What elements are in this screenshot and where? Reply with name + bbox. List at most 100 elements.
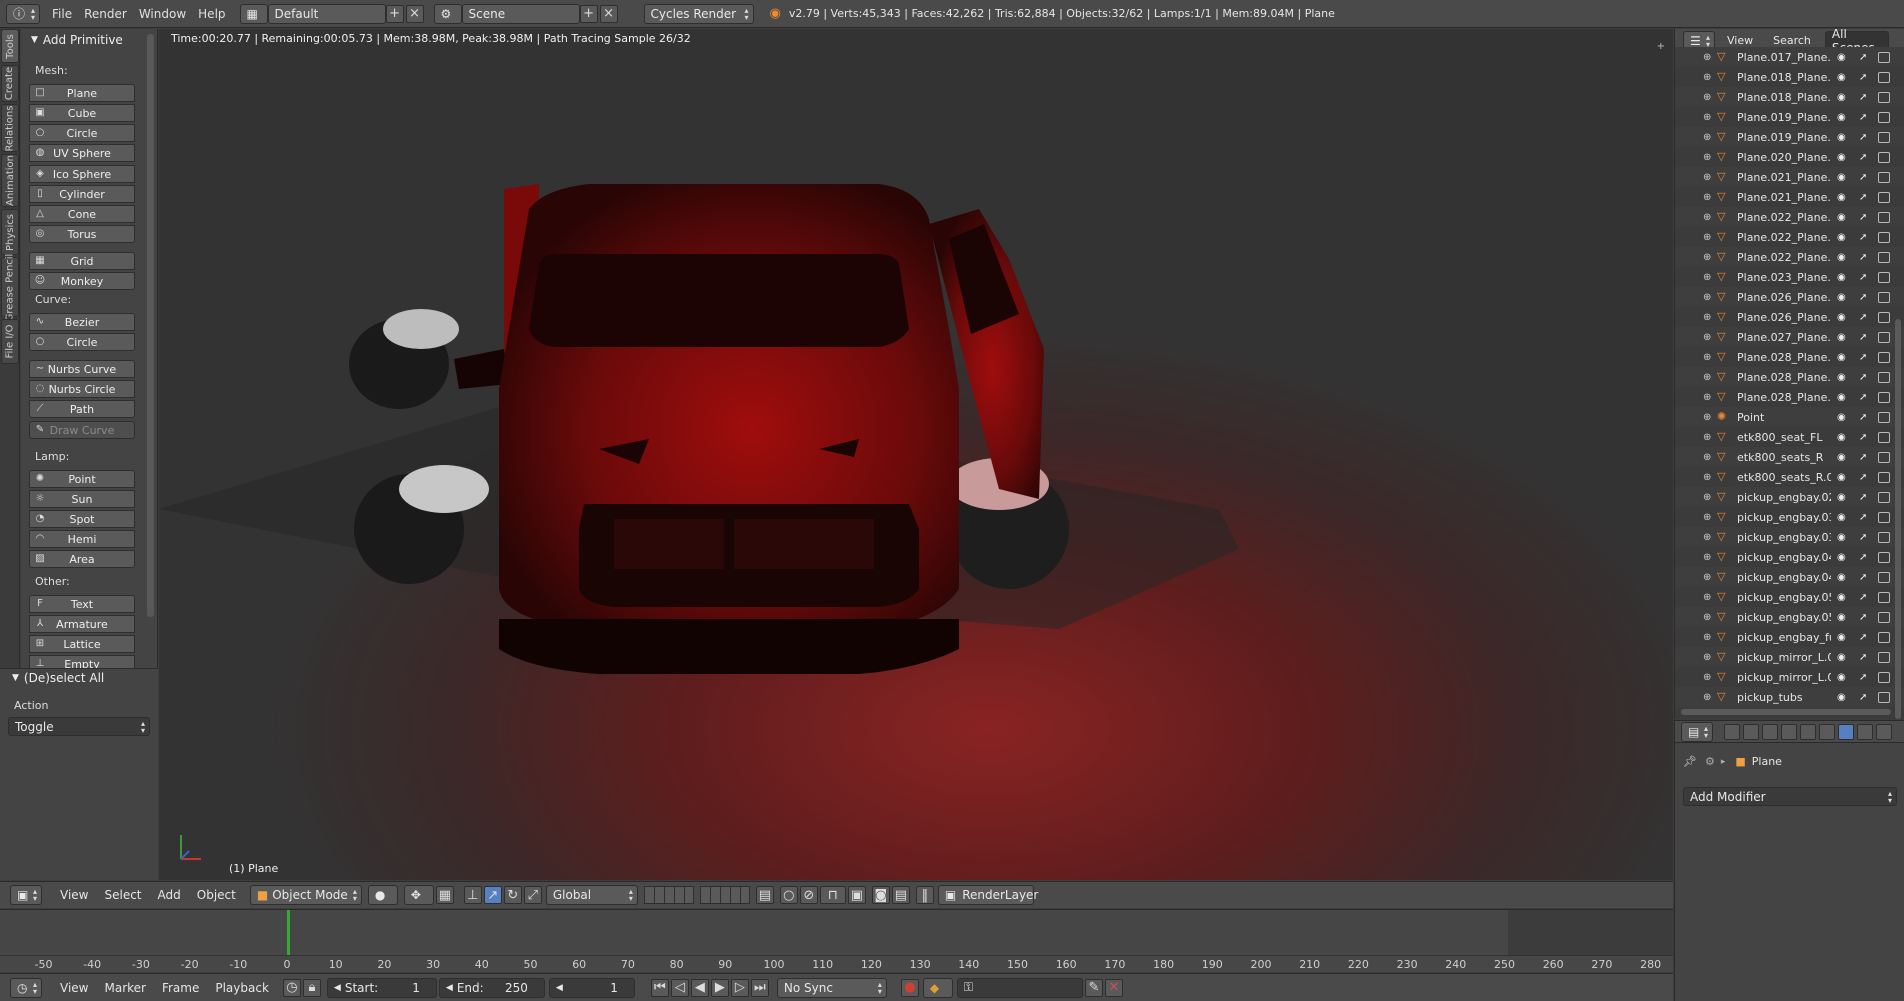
render-camera-icon[interactable] xyxy=(1878,271,1890,283)
outliner-item-name[interactable]: Plane.021_Plane.0 xyxy=(1737,191,1831,204)
select-cursor-icon[interactable]: ➚ xyxy=(1859,92,1867,103)
other-text-button[interactable]: F Text xyxy=(29,595,135,613)
select-cursor-icon[interactable]: ➚ xyxy=(1859,152,1867,163)
outliner-item-name[interactable]: Plane.028_Plane.0 xyxy=(1737,371,1831,384)
select-cursor-icon[interactable]: ➚ xyxy=(1859,692,1867,703)
visibility-eye-icon[interactable]: ◉ xyxy=(1837,132,1846,143)
expand-icon[interactable]: ⊕ xyxy=(1703,412,1711,423)
visibility-eye-icon[interactable]: ◉ xyxy=(1837,232,1846,243)
expand-icon[interactable]: ⊕ xyxy=(1703,292,1711,303)
prev-keyframe-button[interactable]: ◁ xyxy=(670,978,689,997)
outliner-item-name[interactable]: Plane.022_Plane.0 xyxy=(1737,211,1831,224)
preview-range-button[interactable]: ◷ xyxy=(282,978,301,997)
outliner-row[interactable]: ⊕ ▽ Plane.023_Plane.0 ◉ ➚ xyxy=(1675,267,1904,287)
expand-icon[interactable]: ⊕ xyxy=(1703,492,1711,503)
snap-toggle-button[interactable]: ○ xyxy=(779,886,798,904)
start-frame-field[interactable]: ◀ Start: 1 xyxy=(326,977,437,998)
visibility-eye-icon[interactable]: ◉ xyxy=(1837,472,1846,483)
lamp-sun-button[interactable]: ☼ Sun xyxy=(29,490,135,508)
expand-icon[interactable]: ⊕ xyxy=(1703,52,1711,63)
tab-tools[interactable]: Tools xyxy=(1,29,19,63)
render-camera-icon[interactable] xyxy=(1878,651,1890,663)
visibility-eye-icon[interactable]: ◉ xyxy=(1837,112,1846,123)
outliner-row[interactable]: ⊕ ▽ pickup_engbay.05 ◉ ➚ xyxy=(1675,587,1904,607)
render-camera-icon[interactable] xyxy=(1878,551,1890,563)
select-cursor-icon[interactable]: ➚ xyxy=(1859,72,1867,83)
menu-view[interactable]: View xyxy=(52,888,96,902)
render-camera-icon[interactable] xyxy=(1878,371,1890,383)
curve-circle-button[interactable]: ○ Circle xyxy=(29,333,135,351)
render-camera-icon[interactable] xyxy=(1878,311,1890,323)
visibility-eye-icon[interactable]: ◉ xyxy=(1837,292,1846,303)
outliner-row[interactable]: ⊕ ✺ Point ◉ ➚ xyxy=(1675,407,1904,427)
tab-material-icon[interactable] xyxy=(1876,723,1892,740)
outliner-item-name[interactable]: pickup_tubs xyxy=(1737,691,1831,704)
tab-render-icon[interactable] xyxy=(1724,723,1740,740)
frame-ruler[interactable]: -50 -40 -30 -20 -10 0 10 20 30 40 50 60 70 80 90 100 110… xyxy=(0,955,1673,971)
render-camera-icon[interactable] xyxy=(1878,51,1890,63)
render-camera-icon[interactable] xyxy=(1878,331,1890,343)
scale-manipulator-button[interactable]: ⤢ xyxy=(523,886,542,904)
visibility-eye-icon[interactable]: ◉ xyxy=(1837,572,1846,583)
opengl-render-button[interactable]: ◙ xyxy=(871,886,890,904)
tool-shelf-scrollbar[interactable] xyxy=(147,34,154,617)
auto-keying-button[interactable]: ● xyxy=(900,978,919,997)
visibility-eye-icon[interactable]: ◉ xyxy=(1837,252,1846,263)
expand-icon[interactable]: ⊕ xyxy=(1703,532,1711,543)
render-camera-icon[interactable] xyxy=(1878,691,1890,703)
select-cursor-icon[interactable]: ➚ xyxy=(1859,332,1867,343)
select-cursor-icon[interactable]: ➚ xyxy=(1859,592,1867,603)
outliner-row[interactable]: ⊕ ▽ Plane.028_Plane.0 ◉ ➚ xyxy=(1675,387,1904,407)
tab-world-icon[interactable] xyxy=(1781,723,1797,740)
menu-file[interactable]: File xyxy=(46,5,78,23)
outliner-row[interactable]: ⊕ ▽ Plane.017_Plane.0 ◉ ➚ xyxy=(1675,47,1904,67)
outliner-row[interactable]: ⊕ ▽ Plane.022_Plane.0 ◉ ➚ xyxy=(1675,227,1904,247)
tab-file-i-o[interactable]: File I/O xyxy=(1,319,19,364)
outliner-item-name[interactable]: pickup_engbay.02 xyxy=(1737,491,1831,504)
play-reverse-button[interactable]: ◀ xyxy=(690,978,709,997)
visibility-eye-icon[interactable]: ◉ xyxy=(1837,192,1846,203)
render-camera-icon[interactable] xyxy=(1878,231,1890,243)
lamp-hemi-button[interactable]: ◠ Hemi xyxy=(29,530,135,548)
play-button[interactable]: ▶ xyxy=(710,978,729,997)
screen-layout-icon-button[interactable]: ▦ xyxy=(239,3,268,24)
next-keyframe-button[interactable]: ▷ xyxy=(730,978,749,997)
scene-layers-row-1[interactable] xyxy=(643,886,694,904)
select-cursor-icon[interactable]: ➚ xyxy=(1859,352,1867,363)
remove-layout-button[interactable]: × xyxy=(405,4,424,23)
outliner-item-name[interactable]: Plane.019_Plane.0 xyxy=(1737,111,1831,124)
menu-window[interactable]: Window xyxy=(133,5,192,23)
curve-nurbs-curve-button[interactable]: ∼ Nurbs Curve xyxy=(29,360,135,378)
outliner-row[interactable]: ⊕ ▽ pickup_engbay.04 ◉ ➚ xyxy=(1675,567,1904,587)
outliner-row[interactable]: ⊕ ▽ Plane.020_Plane.0 ◉ ➚ xyxy=(1675,147,1904,167)
render-camera-icon[interactable] xyxy=(1878,171,1890,183)
outliner-item-name[interactable]: pickup_engbay_ful xyxy=(1737,631,1831,644)
action-select[interactable]: Toggle ▴ ▾ xyxy=(8,717,150,736)
menu-help[interactable]: Help xyxy=(192,5,231,23)
select-cursor-icon[interactable]: ➚ xyxy=(1859,112,1867,123)
visibility-eye-icon[interactable]: ◉ xyxy=(1837,512,1846,523)
outliner-item-name[interactable]: Plane.019_Plane.0 xyxy=(1737,131,1831,144)
lock-layers-button[interactable]: ▤ xyxy=(755,886,774,904)
outliner-item-name[interactable]: pickup_mirror_L.0 xyxy=(1737,671,1831,684)
outliner-item-name[interactable]: Plane.018_Plane.0 xyxy=(1737,71,1831,84)
expand-icon[interactable]: ⊕ xyxy=(1703,112,1711,123)
expand-icon[interactable]: ⊕ xyxy=(1703,312,1711,323)
lamp-area-button[interactable]: ▨ Area xyxy=(29,550,135,568)
outliner-item-name[interactable]: pickup_mirror_L.0 xyxy=(1737,651,1831,664)
editor-type-selector[interactable]: ⓘ ▴ ▾ xyxy=(6,3,40,24)
add-layout-button[interactable]: + xyxy=(385,4,404,23)
render-camera-icon[interactable] xyxy=(1878,151,1890,163)
outliner-row[interactable]: ⊕ ▽ Plane.028_Plane.0 ◉ ➚ xyxy=(1675,347,1904,367)
outliner-item-name[interactable]: Plane.017_Plane.0 xyxy=(1737,51,1831,64)
select-cursor-icon[interactable]: ➚ xyxy=(1859,312,1867,323)
outliner-item-name[interactable]: pickup_engbay.04 xyxy=(1737,571,1831,584)
mesh-circle-button[interactable]: ○ Circle xyxy=(29,124,135,142)
outliner-row[interactable]: ⊕ ▽ Plane.018_Plane.0 ◉ ➚ xyxy=(1675,67,1904,87)
render-camera-icon[interactable] xyxy=(1878,611,1890,623)
object-mode-select[interactable]: ■ Object Mode ▴ ▾ xyxy=(249,885,362,905)
expand-icon[interactable]: ⊕ xyxy=(1703,332,1711,343)
translate-manipulator-button[interactable]: ↗ xyxy=(483,886,502,904)
scene-icon-button[interactable]: ⚙ xyxy=(433,3,462,24)
select-cursor-icon[interactable]: ➚ xyxy=(1859,192,1867,203)
